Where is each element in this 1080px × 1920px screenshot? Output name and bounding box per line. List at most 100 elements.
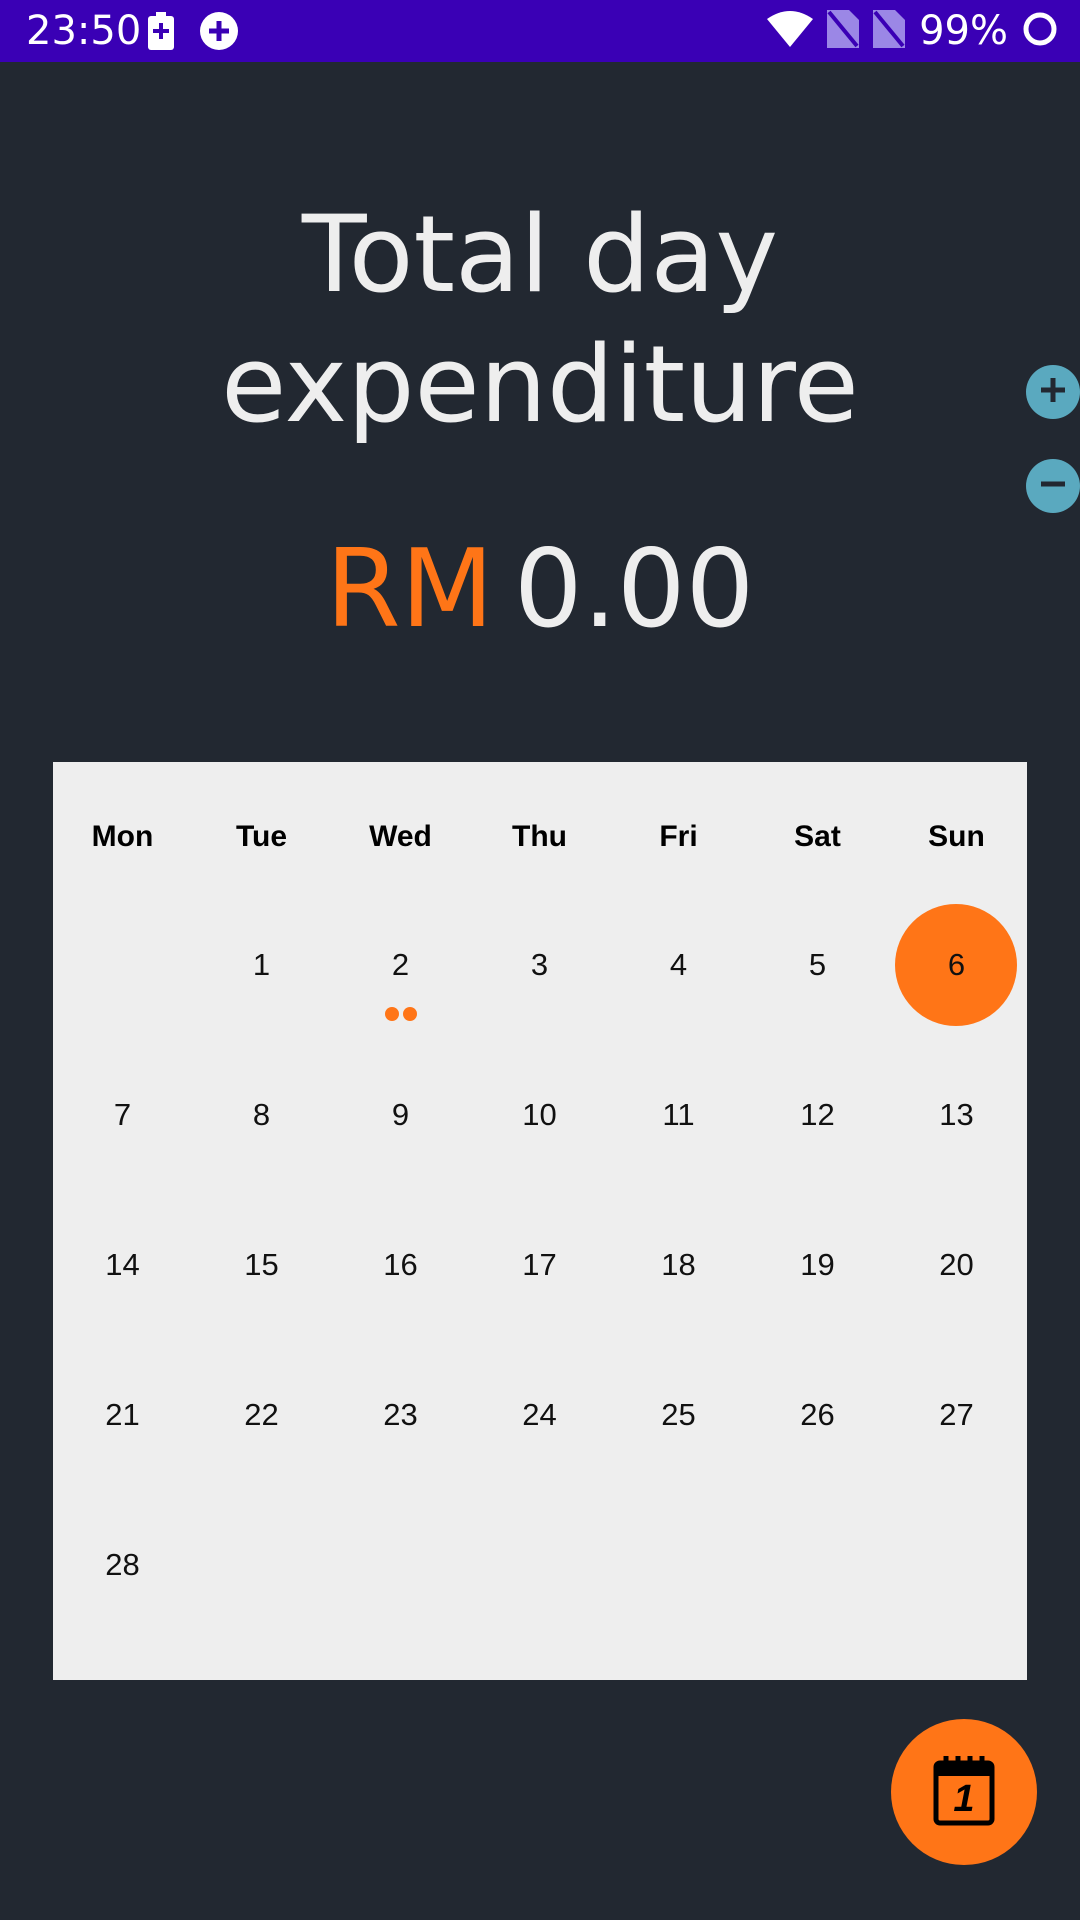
calendar-fab-button[interactable]: 1 — [891, 1719, 1037, 1865]
amount-value: 0.00 — [513, 527, 755, 652]
decrease-button[interactable] — [1026, 459, 1080, 513]
weekday-fri: Fri — [659, 820, 698, 853]
weekday-mon: Mon — [91, 820, 154, 853]
weekday-tue: Tue — [235, 820, 288, 853]
calendar-day-15[interactable]: 15 — [192, 1204, 331, 1354]
calendar-day-number: 20 — [939, 1247, 974, 1282]
calendar-day-number: 3 — [530, 947, 549, 982]
calendar: Mon Tue Wed Thu Fri Sat Sun 1 2 3 4 5 6 7 8 9 10 1… — [53, 762, 1027, 1680]
event-dot — [402, 1007, 417, 1021]
calendar-day-number: 1 — [252, 947, 271, 982]
circle-icon — [1022, 11, 1058, 52]
calendar-week-row: 7 8 9 10 11 12 13 — [53, 1054, 1027, 1204]
weekday-sun: Sun — [928, 820, 985, 853]
battery-charging-icon — [148, 12, 174, 55]
calendar-day-4[interactable]: 4 — [609, 904, 748, 1054]
status-icons: 99% — [753, 0, 1058, 62]
calendar-day-number: 11 — [662, 1097, 695, 1132]
no-sim-icon — [873, 9, 906, 53]
increase-button[interactable] — [1026, 365, 1080, 419]
calendar-empty-cell — [470, 1504, 609, 1654]
calendar-grid: 1 2 3 4 5 6 7 8 9 10 11 12 13 14 15 16 17 18 19 20 21 22 23 24 2… — [53, 904, 1027, 1654]
calendar-day-number: 10 — [522, 1097, 557, 1132]
calendar-day-number: 24 — [522, 1397, 557, 1432]
calendar-day-16[interactable]: 16 — [331, 1204, 470, 1354]
calendar-day-11[interactable]: 11 — [609, 1054, 748, 1204]
calendar-day-number: 23 — [383, 1397, 418, 1432]
plus-icon — [1038, 375, 1068, 410]
calendar-day-23[interactable]: 23 — [331, 1354, 470, 1504]
calendar-day-10[interactable]: 10 — [470, 1054, 609, 1204]
calendar-day-21[interactable]: 21 — [53, 1354, 192, 1504]
calendar-day-number: 16 — [383, 1247, 418, 1282]
total-amount: RM 0.00 — [0, 530, 1080, 650]
calendar-empty-cell — [609, 1504, 748, 1654]
calendar-day-24[interactable]: 24 — [470, 1354, 609, 1504]
calendar-empty-cell — [53, 904, 192, 1054]
weekday-wed: Wed — [369, 820, 432, 853]
calendar-day-number: 18 — [661, 1247, 696, 1282]
calendar-empty-cell — [331, 1504, 470, 1654]
title-line-2: expenditure — [221, 323, 859, 446]
no-sim-icon — [827, 9, 860, 53]
calendar-day-22[interactable]: 22 — [192, 1354, 331, 1504]
calendar-day-25[interactable]: 25 — [609, 1354, 748, 1504]
calendar-day-number: 22 — [244, 1397, 279, 1432]
calendar-week-row: 28 — [53, 1504, 1027, 1654]
calendar-day-6[interactable]: 6 — [887, 904, 1026, 1054]
calendar-icon-label: 1 — [953, 1778, 975, 1820]
calendar-day-number: 26 — [800, 1397, 835, 1432]
status-bar: 23:50 99% — [0, 0, 1080, 62]
calendar-day-number: 13 — [939, 1097, 974, 1132]
calendar-day-number: 8 — [252, 1097, 271, 1132]
wifi-icon — [767, 10, 814, 52]
calendar-day-1[interactable]: 1 — [192, 904, 331, 1054]
minus-icon — [1038, 469, 1068, 504]
calendar-empty-cell — [887, 1504, 1026, 1654]
calendar-day-20[interactable]: 20 — [887, 1204, 1026, 1354]
calendar-day-17[interactable]: 17 — [470, 1204, 609, 1354]
calendar-day-9[interactable]: 9 — [331, 1054, 470, 1204]
page-title: Total day expenditure — [0, 190, 1080, 450]
battery-level: 99% — [919, 8, 1008, 54]
title-line-1: Total day — [301, 193, 779, 316]
calendar-day-number: 15 — [244, 1247, 279, 1282]
calendar-day-12[interactable]: 12 — [748, 1054, 887, 1204]
calendar-day-number: 7 — [113, 1097, 132, 1132]
calendar-day-number: 27 — [939, 1397, 974, 1432]
calendar-day-2[interactable]: 2 — [331, 904, 470, 1054]
calendar-day-19[interactable]: 19 — [748, 1204, 887, 1354]
calendar-week-row: 14 15 16 17 18 19 20 — [53, 1204, 1027, 1354]
currency-label: RM — [325, 527, 494, 652]
calendar-day-18[interactable]: 18 — [609, 1204, 748, 1354]
calendar-day-3[interactable]: 3 — [470, 904, 609, 1054]
calendar-day-28[interactable]: 28 — [53, 1504, 192, 1654]
event-indicator — [331, 1007, 470, 1021]
calendar-day-number: 9 — [391, 1097, 410, 1132]
calendar-day-number: 17 — [522, 1247, 557, 1282]
calendar-day-number: 19 — [800, 1247, 835, 1282]
calendar-day-number: 21 — [105, 1397, 140, 1432]
status-time: 23:50 — [26, 8, 142, 54]
calendar-day-number: 28 — [105, 1547, 140, 1582]
calendar-day-5[interactable]: 5 — [748, 904, 887, 1054]
calendar-day-number: 25 — [661, 1397, 696, 1432]
calendar-weekday-header: Mon Tue Wed Thu Fri Sat Sun — [53, 807, 1027, 867]
plus-circle-icon — [200, 12, 238, 55]
event-dot — [384, 1007, 399, 1021]
calendar-week-row: 21 22 23 24 25 26 27 — [53, 1354, 1027, 1504]
calendar-empty-cell — [192, 1504, 331, 1654]
calendar-day-number: 4 — [669, 947, 688, 982]
weekday-thu: Thu — [512, 820, 567, 853]
calendar-day-7[interactable]: 7 — [53, 1054, 192, 1204]
weekday-sat: Sat — [794, 820, 841, 853]
calendar-empty-cell — [748, 1504, 887, 1654]
calendar-day-27[interactable]: 27 — [887, 1354, 1026, 1504]
calendar-day-13[interactable]: 13 — [887, 1054, 1026, 1204]
calendar-day-14[interactable]: 14 — [53, 1204, 192, 1354]
calendar-day-number: 6 — [947, 947, 966, 982]
calendar-day-26[interactable]: 26 — [748, 1354, 887, 1504]
calendar-day-number: 14 — [105, 1247, 140, 1282]
calendar-day-number: 5 — [808, 947, 827, 982]
calendar-day-8[interactable]: 8 — [192, 1054, 331, 1204]
